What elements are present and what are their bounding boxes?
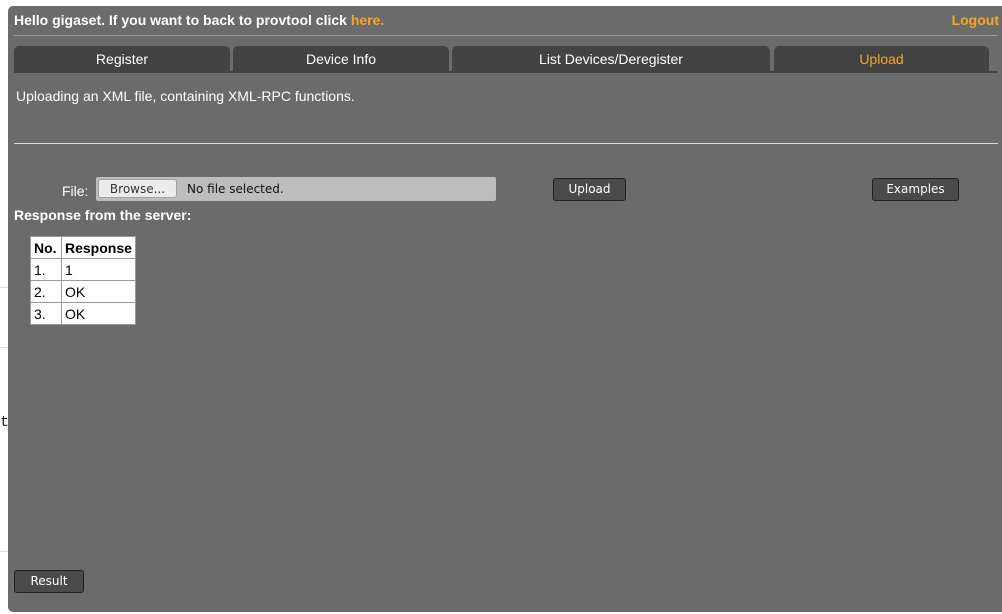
column-header-response: Response [61, 236, 136, 259]
upload-button[interactable]: Upload [553, 178, 626, 201]
provtool-panel: Hello gigaset. If you want to back to pr… [8, 6, 1002, 612]
row-number: 3. [30, 302, 62, 325]
provtool-link[interactable]: here. [351, 12, 384, 28]
file-input[interactable]: Browse... No file selected. [96, 177, 496, 201]
table-row: 3. OK [30, 302, 136, 325]
section-divider [14, 143, 998, 144]
table-row: 1. 1 [30, 258, 136, 281]
tab-device-info[interactable]: Device Info [233, 46, 449, 71]
file-label: File: [62, 183, 89, 199]
tab-upload[interactable]: Upload [774, 46, 989, 71]
logout-link[interactable]: Logout [952, 12, 999, 28]
result-button[interactable]: Result [14, 570, 84, 593]
row-number: 2. [30, 280, 62, 303]
greeting-label: Hello gigaset. If you want to back to pr… [14, 12, 351, 28]
response-table: No. Response 1. 1 2. OK 3. OK [30, 236, 136, 325]
tab-register[interactable]: Register [14, 46, 230, 71]
page-description: Uploading an XML file, containing XML-RP… [16, 88, 355, 104]
table-header-row: No. Response [30, 236, 136, 259]
table-row: 2. OK [30, 280, 136, 303]
response-label: Response from the server: [14, 207, 192, 223]
column-header-no: No. [30, 236, 62, 259]
tab-list-devices[interactable]: List Devices/Deregister [452, 46, 770, 71]
tab-baseline [14, 71, 998, 73]
examples-button[interactable]: Examples [872, 178, 959, 201]
greeting-text: Hello gigaset. If you want to back to pr… [14, 12, 384, 28]
file-status: No file selected. [187, 182, 284, 196]
row-response: OK [61, 280, 136, 303]
header-bar: Hello gigaset. If you want to back to pr… [8, 6, 1002, 34]
row-number: 1. [30, 258, 62, 281]
header-divider [14, 35, 998, 36]
row-response: OK [61, 302, 136, 325]
row-response: 1 [61, 258, 136, 281]
browse-button[interactable]: Browse... [98, 179, 177, 198]
